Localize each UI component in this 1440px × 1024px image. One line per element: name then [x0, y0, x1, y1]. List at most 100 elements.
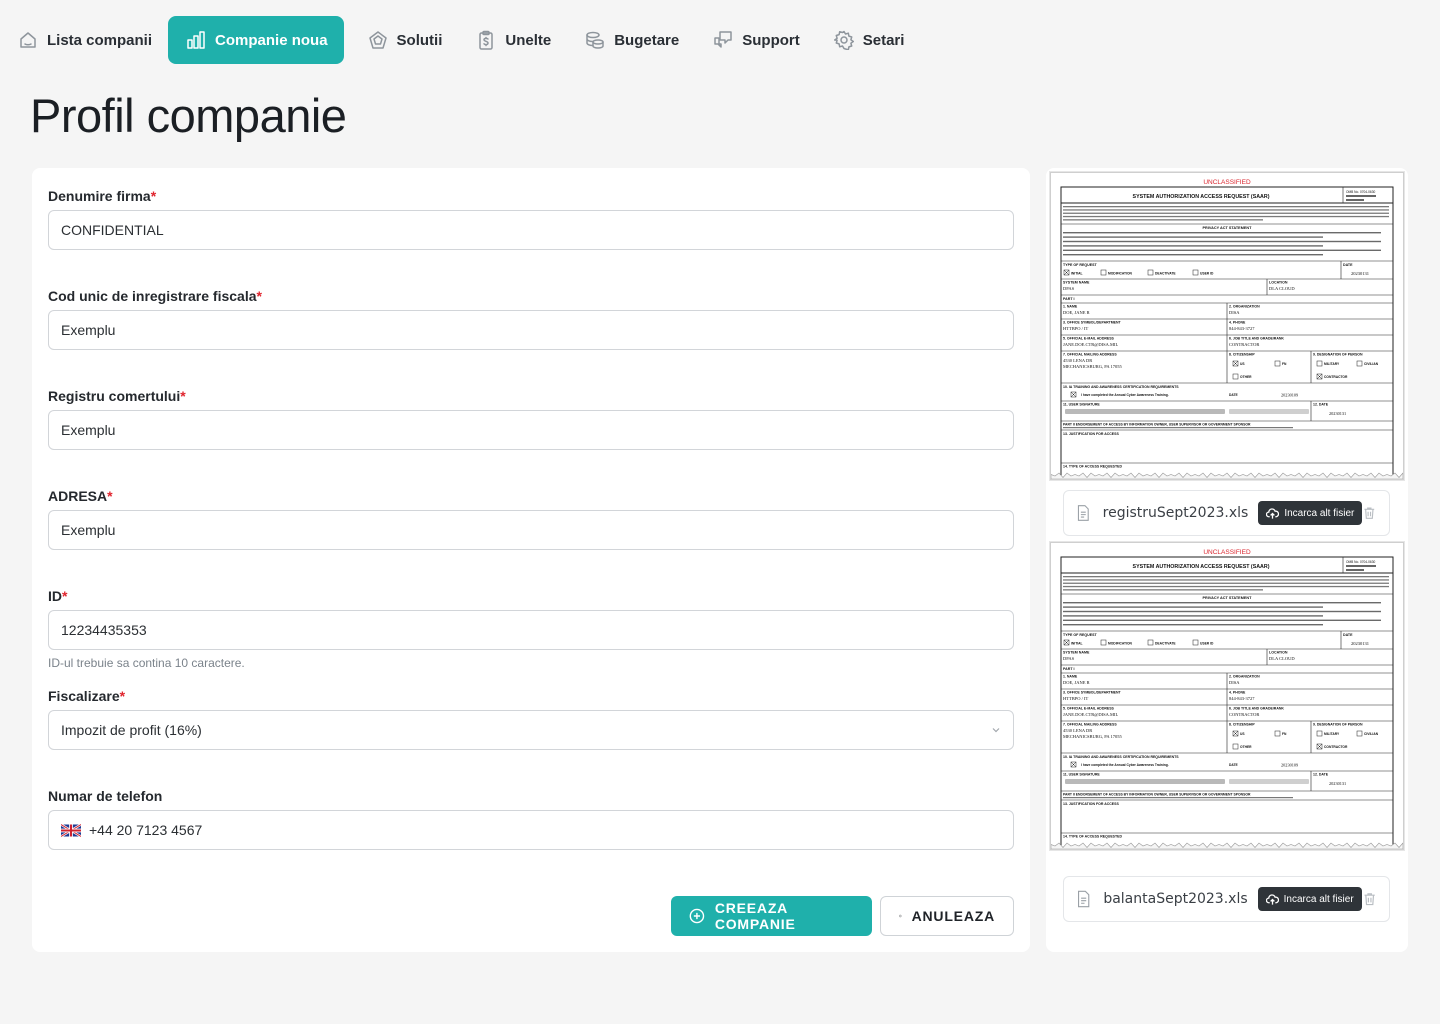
document-text: DISA: [1229, 680, 1240, 685]
trade-register-input[interactable]: Exemplu: [48, 410, 1014, 450]
file-row: balantaSept2023.xls Incarca alt fisier: [1063, 876, 1390, 922]
document-thumbnail: UNCLASSIFIED SYSTEM AUTHORIZATION ACCESS …: [1051, 173, 1403, 479]
document-text: 4. PHONE: [1229, 691, 1246, 695]
document-text: 20230131: [1329, 781, 1346, 786]
file-name: registruSept2023.xls: [1102, 505, 1249, 521]
checkbox: [1274, 730, 1281, 737]
upload-label: Incarca alt fisier: [1284, 507, 1355, 519]
phone-label: Numar de telefon: [48, 788, 163, 804]
document-text: INITIAL: [1071, 642, 1083, 646]
create-company-button[interactable]: CREEAZA COMPANIE: [671, 896, 872, 936]
nav-item-companie-noua[interactable]: Companie noua: [168, 16, 344, 64]
document-text: SYSTEM NAME: [1063, 281, 1090, 285]
document-text: 14. TYPE OF ACCESS REQUESTED: [1063, 835, 1122, 839]
document-text: 20230109: [1281, 393, 1298, 398]
document-text: US: [1240, 362, 1245, 366]
address-value: Exemplu: [61, 522, 116, 538]
document-text: SYSTEM AUTHORIZATION ACCESS REQUEST (SAA…: [1133, 564, 1270, 570]
document-text: 10. IA TRAINING AND AWARENESS CERTIFICAT…: [1063, 755, 1179, 759]
document-text: DPAS: [1063, 286, 1075, 291]
nav-item-label: Setari: [862, 31, 905, 49]
phone-input[interactable]: +44 20 7123 4567: [48, 810, 1014, 850]
document-text: 4530 LENA DR: [1063, 358, 1092, 363]
clipboard-dollar-icon: [479, 30, 494, 50]
trash-icon[interactable]: [1362, 890, 1377, 908]
file-row: registruSept2023.xls Incarca alt fisier: [1063, 490, 1390, 536]
trade-register-value: Exemplu: [61, 422, 116, 438]
document-preview[interactable]: UNCLASSIFIED SYSTEM AUTHORIZATION ACCESS …: [1050, 172, 1404, 480]
file-icon: [1078, 890, 1090, 908]
document-text: OTHER: [1240, 375, 1252, 379]
document-text: 1. NAME: [1063, 305, 1078, 309]
document-text: CONTRACTOR: [1324, 745, 1348, 749]
id-input[interactable]: 12234435353: [48, 610, 1014, 650]
cancel-button[interactable]: ANULEAZA: [880, 896, 1014, 936]
document-text: TYPE OF REQUEST: [1063, 633, 1098, 637]
document-text: 7. OFFICIAL MAILING ADDRESS: [1063, 353, 1117, 357]
document-text: 6. JOB TITLE AND GRADE/RANK: [1229, 337, 1284, 341]
document-text: HTTBPO / IT: [1063, 696, 1089, 701]
nav-item-lista-companii[interactable]: Lista companii: [0, 16, 168, 64]
nav-item-label: Solutii: [396, 31, 443, 49]
checkbox: [1147, 269, 1154, 276]
upload-another-file-button[interactable]: Incarca alt fisier: [1257, 887, 1362, 911]
field-id: ID* 12234435353 ID-ul trebuie sa contina…: [48, 586, 1014, 670]
company-name-input[interactable]: CONFIDENTIAL: [48, 210, 1014, 250]
field-trade-register: Registru comertului* Exemplu: [48, 386, 1014, 450]
document-text: DPAS: [1063, 656, 1075, 661]
chevron-down-icon: [992, 728, 1000, 733]
document-text: OMB No. 0704-0630: [1346, 190, 1375, 194]
plus-circle-icon: [689, 908, 705, 924]
document-text: 20230109: [1281, 763, 1298, 768]
document-text: 20230131: [1329, 411, 1346, 416]
create-company-label: CREEAZA COMPANIE: [714, 900, 796, 932]
nav-item-label: Support: [742, 31, 800, 49]
document-text: DATE: [1343, 263, 1353, 267]
required-mark: *: [256, 288, 262, 304]
nav-item-setari[interactable]: Setari: [816, 16, 921, 64]
address-input[interactable]: Exemplu: [48, 510, 1014, 550]
file-icon: [1077, 505, 1089, 521]
checkbox: [1356, 360, 1363, 367]
nav-item-support[interactable]: Support: [695, 16, 816, 64]
checkbox: [1316, 730, 1323, 737]
taxation-select[interactable]: Impozit de profit (16%): [48, 710, 1014, 750]
nav-item-unelte[interactable]: Unelte: [458, 16, 567, 64]
document-text: FN: [1282, 362, 1287, 366]
upload-another-file-button[interactable]: Incarca alt fisier: [1258, 501, 1363, 525]
document-text: CONTRACTOR: [1229, 342, 1259, 347]
nav-item-solutii[interactable]: Solutii: [350, 16, 459, 64]
document-preview[interactable]: UNCLASSIFIED SYSTEM AUTHORIZATION ACCESS …: [1050, 542, 1404, 850]
document-text: 4. PHONE: [1229, 321, 1246, 325]
document-text: 3. OFFICE SYMBOL/DEPARTMENT: [1063, 691, 1122, 695]
field-address: ADRESA* Exemplu: [48, 486, 1014, 550]
document-text: 4530 LENA DR: [1063, 728, 1092, 733]
trash-icon[interactable]: [1362, 504, 1377, 522]
document-text: 13. JUSTIFICATION FOR ACCESS: [1063, 432, 1119, 436]
document-thumbnail: UNCLASSIFIED SYSTEM AUTHORIZATION ACCESS …: [1051, 543, 1403, 849]
checkbox: [1147, 639, 1154, 646]
document-text: 9. DESIGNATION OF PERSON: [1313, 353, 1363, 357]
document-text: OMB No. 0704-0630: [1346, 560, 1375, 564]
nav-item-label: Lista companii: [47, 31, 153, 49]
required-mark: *: [119, 688, 126, 704]
document-text: PART II ENDORSEMENT OF ACCESS BY INFORMA…: [1063, 793, 1251, 797]
document-text: LOCATION: [1269, 281, 1288, 285]
checkbox: [1192, 639, 1199, 646]
taxation-label: Fiscalizare: [48, 688, 120, 704]
document-text: DLA CLOUD: [1269, 656, 1295, 661]
fiscal-code-input[interactable]: Exemplu: [48, 310, 1014, 350]
document-text: USER ID: [1200, 642, 1214, 646]
document-text: USER ID: [1200, 272, 1214, 276]
document-text: 20230131: [1351, 271, 1369, 276]
document-text: 9. DESIGNATION OF PERSON: [1313, 723, 1363, 727]
company-form: Denumire firma* CONFIDENTIAL Cod unic de…: [32, 168, 1030, 952]
document-text: UNCLASSIFIED: [1203, 179, 1251, 186]
nav-item-bugetare[interactable]: Bugetare: [567, 16, 695, 64]
nav-item-label: Bugetare: [614, 31, 680, 49]
cancel-label: ANULEAZA: [911, 908, 995, 924]
document-text: 1. NAME: [1063, 675, 1078, 679]
document-text: MILITARY: [1324, 362, 1340, 366]
document-text: PART I: [1063, 667, 1075, 671]
upload-label: Incarca alt fisier: [1283, 893, 1354, 905]
